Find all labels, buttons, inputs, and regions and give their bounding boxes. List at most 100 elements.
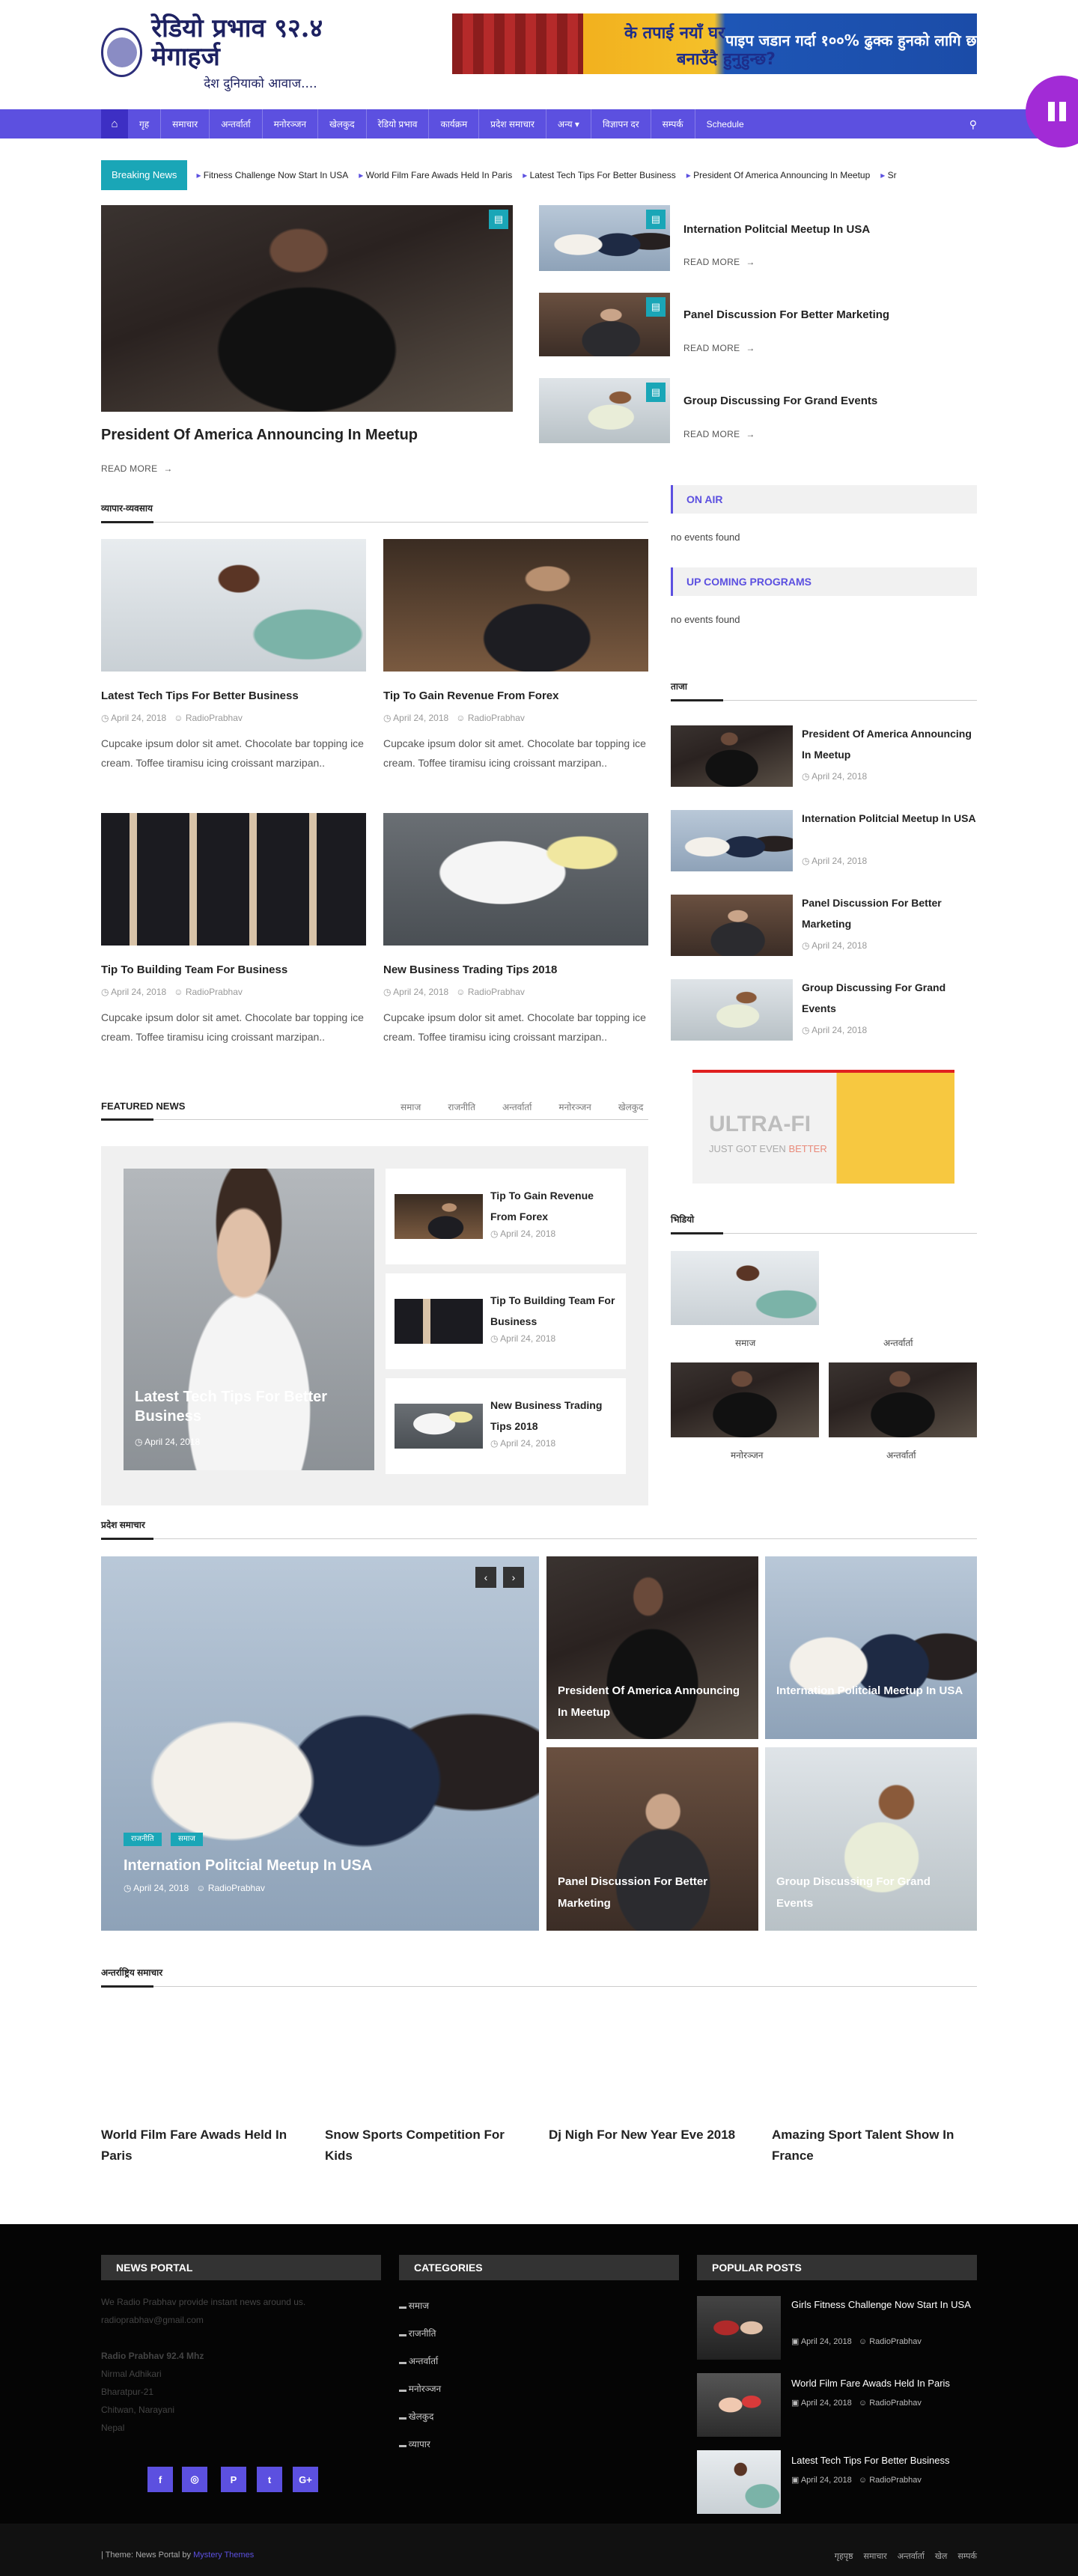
post-title[interactable]: Tip To Building Team For Business	[101, 963, 287, 976]
category-tag[interactable]: समाज	[171, 1833, 203, 1846]
gallery-grid-item[interactable]: Panel Discussion For Better Marketing	[546, 1747, 758, 1931]
featured-card-image[interactable]	[395, 1404, 483, 1449]
side-post-title[interactable]: Group Discussing For Grand Events	[683, 395, 877, 407]
featured-card-image[interactable]	[395, 1299, 483, 1344]
gallery-main-image[interactable]: ‹ › राजनीति समाज Internation Politcial M…	[101, 1556, 539, 1931]
nav-item[interactable]: अन्तर्वार्ता	[210, 109, 263, 138]
popular-post-image[interactable]	[697, 2296, 781, 2360]
nav-item[interactable]: विज्ञापन दर	[591, 109, 651, 138]
footer-category-link[interactable]: व्यापार	[399, 2438, 430, 2450]
nav-item[interactable]: सम्पर्क	[651, 109, 695, 138]
google-plus-icon[interactable]: G+	[293, 2467, 318, 2492]
featured-card[interactable]: New Business Trading Tips 2018 ◷ April 2…	[386, 1378, 626, 1474]
nav-item[interactable]: रेडियो प्रभाव	[367, 109, 430, 138]
sidebar-post-image[interactable]	[671, 810, 793, 871]
gallery-grid-item[interactable]: Group Discussing For Grand Events	[765, 1747, 977, 1931]
gallery-thumb[interactable]	[829, 1362, 977, 1437]
post-title[interactable]: Latest Tech Tips For Better Business	[101, 689, 299, 702]
facebook-icon[interactable]: f	[147, 2467, 173, 2492]
home-icon[interactable]: ⌂	[101, 109, 128, 138]
sports-post-title[interactable]: World Film Fare Awads Held In Paris	[101, 2125, 303, 2167]
prev-arrow-icon[interactable]: ‹	[475, 1567, 496, 1588]
sports-post-title[interactable]: Amazing Sport Talent Show In France	[772, 2125, 974, 2167]
theme-link[interactable]: Mystery Themes	[193, 2551, 254, 2560]
featured-card-image[interactable]	[395, 1194, 483, 1239]
gallery-main-title[interactable]: Internation Politcial Meetup In USA	[124, 1857, 372, 1875]
featured-card-title[interactable]: Tip To Gain Revenue From Forex	[490, 1185, 618, 1227]
popular-post-title[interactable]: World Film Fare Awads Held In Paris	[791, 2376, 977, 2391]
instagram-icon[interactable]: ◎	[182, 2467, 207, 2492]
sidebar-post-image[interactable]	[671, 979, 793, 1041]
gallery-grid-title[interactable]: Panel Discussion For Better Marketing	[558, 1871, 749, 1914]
sidebar-post-title[interactable]: Panel Discussion For Better Marketing	[802, 892, 977, 934]
footer-email[interactable]: radioprabhav@gmail.com	[101, 2311, 204, 2329]
ultra-fi-ad-banner[interactable]: ULTRA-FI JUST GOT EVEN BETTER	[692, 1070, 954, 1184]
popular-post-image[interactable]	[697, 2373, 781, 2437]
nav-item[interactable]: मनोरञ्जन	[263, 109, 319, 138]
ticker-item[interactable]: Latest Tech Tips For Better Business	[523, 170, 676, 180]
bottom-link[interactable]: समाचार	[864, 2551, 887, 2562]
site-logo[interactable]: रेडियो प्रभाव ९२.४ मेगाहर्ज देश दुनियाको…	[101, 14, 356, 91]
ticker-item[interactable]: President Of America Announcing In Meetu…	[686, 170, 870, 180]
sports-post-title[interactable]: Snow Sports Competition For Kids	[325, 2125, 535, 2167]
ticker-item[interactable]: World Film Fare Awads Held In Paris	[359, 170, 513, 180]
sports-post-title[interactable]: Dj Nigh For New Year Eve 2018	[549, 2125, 758, 2146]
popular-post-title[interactable]: Latest Tech Tips For Better Business	[791, 2453, 977, 2468]
featured-tab[interactable]: अन्तर्वार्ता	[502, 1100, 532, 1113]
bottom-link[interactable]: अन्तर्वार्ता	[898, 2551, 925, 2562]
featured-tab[interactable]: राजनीति	[448, 1100, 475, 1113]
footer-category-link[interactable]: खेलकुद	[399, 2410, 434, 2423]
popular-post-image[interactable]	[697, 2450, 781, 2514]
nav-item[interactable]: कार्यक्रम	[429, 109, 480, 138]
footer-category-link[interactable]: अन्तर्वार्ता	[399, 2354, 438, 2367]
header-ad-banner[interactable]: के तपाई नयाँ घर बनाउँदै हुनुहुन्छ? पाइप …	[452, 13, 977, 74]
gallery-grid-item[interactable]: President Of America Announcing In Meetu…	[546, 1556, 758, 1739]
hero-read-more[interactable]: READ MORE →	[101, 463, 173, 474]
side-post-image[interactable]: ▤	[539, 378, 670, 443]
bottom-link[interactable]: गृहपृष्ठ	[835, 2551, 853, 2562]
gallery-grid-title[interactable]: President Of America Announcing In Meetu…	[558, 1680, 749, 1723]
bottom-link[interactable]: सम्पर्क	[957, 2551, 977, 2562]
post-title[interactable]: Tip To Gain Revenue From Forex	[383, 689, 559, 702]
featured-tab[interactable]: खेलकुद	[618, 1100, 644, 1113]
sidebar-post-title[interactable]: President Of America Announcing In Meetu…	[802, 723, 977, 765]
twitter-icon[interactable]: t	[257, 2467, 282, 2492]
gallery-thumb[interactable]	[671, 1362, 819, 1437]
footer-category-link[interactable]: समाज	[399, 2299, 429, 2312]
nav-item[interactable]: प्रदेश समाचार	[479, 109, 546, 138]
popular-post-title[interactable]: Girls Fitness Challenge Now Start In USA	[791, 2298, 977, 2312]
featured-card[interactable]: Tip To Building Team For Business ◷ Apri…	[386, 1273, 626, 1369]
post-title[interactable]: New Business Trading Tips 2018	[383, 963, 557, 976]
sidebar-post-image[interactable]	[671, 895, 793, 956]
nav-item-schedule[interactable]: Schedule	[695, 109, 755, 138]
side-post-read-more[interactable]: READ MORE →	[683, 429, 755, 439]
post-image[interactable]	[383, 539, 648, 672]
featured-main-image[interactable]: Latest Tech Tips For Better Business ◷ A…	[124, 1169, 374, 1470]
nav-item[interactable]: समाचार	[161, 109, 210, 138]
ticker-item[interactable]: Fitness Challenge Now Start In USA	[196, 170, 348, 180]
nav-item[interactable]: गृह	[128, 109, 162, 138]
post-image[interactable]	[101, 813, 366, 946]
featured-card[interactable]: Tip To Gain Revenue From Forex ◷ April 2…	[386, 1169, 626, 1264]
nav-item-dropdown[interactable]: अन्य ▾	[546, 109, 591, 138]
featured-main-title[interactable]: Latest Tech Tips For Better Business	[135, 1387, 359, 1426]
side-post-read-more[interactable]: READ MORE →	[683, 257, 755, 267]
post-image[interactable]	[383, 813, 648, 946]
nav-item[interactable]: खेलकुद	[318, 109, 367, 138]
side-post-image[interactable]: ▤	[539, 205, 670, 271]
footer-category-link[interactable]: मनोरञ्जन	[399, 2382, 441, 2395]
featured-card-title[interactable]: Tip To Building Team For Business	[490, 1290, 618, 1332]
pinterest-icon[interactable]: P	[221, 2467, 246, 2492]
featured-tab[interactable]: मनोरञ्जन	[558, 1100, 591, 1113]
side-post-title[interactable]: Internation Politcial Meetup In USA	[683, 223, 870, 236]
featured-card-title[interactable]: New Business Trading Tips 2018	[490, 1395, 618, 1437]
gallery-grid-title[interactable]: Internation Politcial Meetup In USA	[776, 1680, 967, 1702]
next-arrow-icon[interactable]: ›	[503, 1567, 524, 1588]
gallery-grid-title[interactable]: Group Discussing For Grand Events	[776, 1871, 967, 1914]
sidebar-post-image[interactable]	[671, 725, 793, 787]
sidebar-post-title[interactable]: Group Discussing For Grand Events	[802, 977, 977, 1019]
hero-title[interactable]: President Of America Announcing In Meetu…	[101, 427, 418, 444]
post-image[interactable]	[101, 539, 366, 672]
gallery-thumb[interactable]	[671, 1251, 819, 1325]
side-post-image[interactable]: ▤	[539, 293, 670, 356]
